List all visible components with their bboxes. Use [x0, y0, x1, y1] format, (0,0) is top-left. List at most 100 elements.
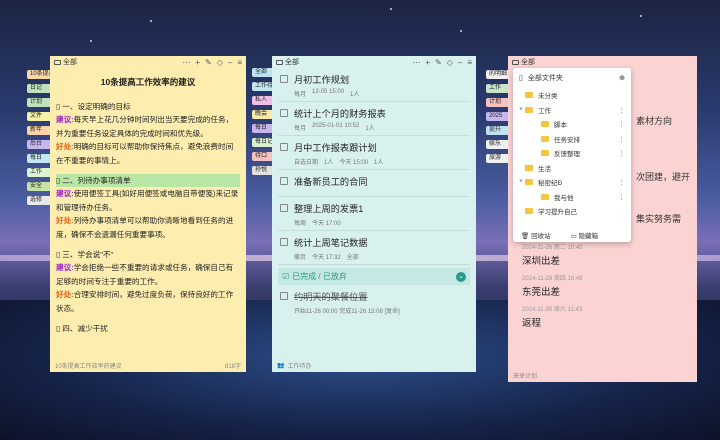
checkbox[interactable]: [280, 204, 288, 212]
folder-label: 任务安排: [554, 136, 580, 144]
note-titlebar[interactable]: 全部 ⋯ + ✎ ◇ – ≡: [272, 56, 476, 68]
menu-icon[interactable]: ≡: [467, 58, 472, 67]
tag-item[interactable]: 10条提高: [27, 70, 51, 79]
tag-item[interactable]: 计划: [27, 98, 51, 107]
tag-item[interactable]: 晚会: [252, 110, 274, 119]
more-options-icon[interactable]: ⋮: [619, 193, 626, 201]
more-options-icon[interactable]: ⋮: [619, 135, 626, 143]
tag-item[interactable]: 工作待: [252, 82, 274, 91]
word-count: 818字: [224, 363, 241, 370]
tag-item[interactable]: 每日记: [252, 138, 274, 147]
menu-icon[interactable]: ≡: [237, 58, 242, 67]
background-tag-list-middle: 全部工作待私人晚会每日每日记待口孙悦: [252, 68, 274, 180]
entry-item[interactable]: 2024-11-26 周二 10:40 深圳出差: [522, 242, 583, 267]
note-footer: 👥 工作待办: [272, 358, 476, 372]
folder-item[interactable]: 反馈整理 ⋮: [513, 146, 631, 161]
checkbox[interactable]: [280, 109, 288, 117]
more-options-icon[interactable]: ⋮: [619, 106, 626, 114]
folder-item[interactable]: 任务安排 ⋮: [513, 132, 631, 147]
task-item[interactable]: 月中工作报表跟计划 自选日期 1人 今天 15:00 1人: [272, 136, 476, 169]
background-tag-list-right: 的明细工作计划 2025 提升娱乐旅游: [486, 70, 510, 168]
note-titlebar[interactable]: 全部: [508, 56, 697, 68]
checkbox[interactable]: [280, 238, 288, 246]
tag-item[interactable]: 的明细: [486, 70, 510, 79]
folder-item[interactable]: 未分类: [513, 88, 631, 103]
chevron-down-icon[interactable]: ˅: [517, 107, 525, 113]
tag-item[interactable]: 工作: [486, 84, 510, 93]
star: [390, 8, 392, 10]
minimize-icon[interactable]: –: [228, 58, 232, 67]
tag-item[interactable]: 待口: [252, 152, 274, 161]
tag-item[interactable]: 后台: [27, 140, 51, 149]
note-window-todo[interactable]: 全部 ⋯ + ✎ ◇ – ≡ 月初工作规划 每月 12-05 15:00 1人 统计上个…: [272, 56, 476, 372]
paragraph: 建议:学会拒绝一些不重要的请求或任务，确保自己有足够的时间专注于重要的工作。: [56, 263, 234, 286]
tag-item[interactable]: 2025: [486, 112, 510, 121]
star: [90, 40, 92, 42]
chevron-down-icon[interactable]: ⌄: [456, 271, 466, 282]
tag-item[interactable]: 新年: [27, 126, 51, 135]
skin-icon[interactable]: ◇: [447, 58, 453, 67]
pin-icon[interactable]: ✎: [205, 58, 212, 67]
pin-icon[interactable]: ✎: [435, 58, 442, 67]
note-text: 次团建，避开: [636, 172, 691, 182]
folder-item[interactable]: 脚本 ⋮: [513, 117, 631, 132]
hidden-box-button[interactable]: ▭ 隐藏箱: [571, 230, 598, 240]
folder-label: 学习提升自己: [538, 209, 577, 217]
tag-item[interactable]: 旅游: [486, 154, 510, 163]
more-options-icon[interactable]: ⋮: [619, 120, 626, 128]
trash-button[interactable]: 🗑 回收站: [521, 230, 551, 240]
tag-item[interactable]: 娱乐: [486, 140, 510, 149]
tag-item[interactable]: 文件: [27, 112, 51, 121]
note-titlebar[interactable]: 全部 ⋯ + ✎ ◇ – ≡: [50, 56, 246, 68]
more-icon[interactable]: ⋯: [412, 58, 420, 67]
star: [460, 30, 462, 32]
more-icon[interactable]: ⋯: [182, 58, 190, 67]
task-item[interactable]: 统计上个月的财务报表 每月 2025-01-01 10:52 1人: [272, 102, 476, 135]
entry-item[interactable]: 2024-11-30 周六 11:43 返程: [522, 304, 583, 329]
folder-item[interactable]: 我与他 ⋮: [513, 190, 631, 205]
tag-item[interactable]: 选修: [27, 196, 51, 205]
star: [150, 20, 152, 22]
tag-item[interactable]: 孙悦: [252, 166, 274, 175]
tag-item[interactable]: 提升: [486, 126, 510, 135]
note-body[interactable]: 10条提高工作效率的建议 ▯ 一、设定明确的目标 建议:每天早上花几分钟时间列出…: [50, 68, 246, 339]
folder-item[interactable]: ˅ 工作 ⋮: [513, 103, 631, 118]
minimize-icon[interactable]: –: [458, 58, 462, 67]
tag-item[interactable]: 日记: [27, 84, 51, 93]
task-item[interactable]: 月初工作规划 每月 12-05 15:00 1人: [272, 68, 476, 101]
completed-section-header[interactable]: ☑ 已完成 / 已放弃 ⌄: [278, 268, 470, 285]
new-folder-icon[interactable]: ⊕: [619, 74, 625, 82]
checkbox[interactable]: [280, 292, 288, 300]
tag-item[interactable]: 计划: [486, 98, 510, 107]
folder-icon: [525, 179, 533, 186]
folder-item[interactable]: 生活: [513, 161, 631, 176]
section-heading: ▯ 三、学会说"不": [56, 249, 114, 259]
checkbox[interactable]: [280, 75, 288, 83]
chevron-down-icon[interactable]: ˅: [517, 179, 525, 185]
paragraph: 好处:合理安排时间，避免过度负荷，保持良好的工作状态。: [56, 290, 234, 313]
tag-item[interactable]: 私人: [252, 96, 274, 105]
note-heading: 10条提高工作效率的建议: [100, 77, 196, 87]
folder-item[interactable]: 学习提升自己: [513, 204, 631, 219]
task-item[interactable]: 整理上周的发票1 每周 今天 17:00: [272, 197, 476, 230]
tag-item[interactable]: 每日: [27, 154, 51, 163]
tag-item[interactable]: 工作: [27, 168, 51, 177]
tag-item[interactable]: 安全: [27, 182, 51, 191]
menu-header[interactable]: ▯ 全部文件夹 ⊕: [513, 68, 631, 88]
completed-task[interactable]: 约明天的聚餐位置 开始11-26 00:00 完成11-26 15:08 [复命…: [272, 285, 476, 318]
checkbox[interactable]: [280, 143, 288, 151]
add-icon[interactable]: +: [195, 58, 200, 67]
checkbox[interactable]: [280, 177, 288, 185]
task-item[interactable]: 准备新员工的合同: [272, 170, 476, 196]
folder-item[interactable]: ˅ 秘密纪Ð ⋮: [513, 175, 631, 190]
tag-item[interactable]: 每日: [252, 124, 274, 133]
add-icon[interactable]: +: [425, 58, 430, 67]
more-options-icon[interactable]: ⋮: [619, 178, 626, 186]
more-options-icon[interactable]: ⋮: [619, 149, 626, 157]
note-window-efficiency-tips[interactable]: 全部 ⋯ + ✎ ◇ – ≡ 10条提高工作效率的建议 ▯ 一、设定明确的目标 …: [50, 56, 246, 372]
paragraph: 建议:每天早上花几分钟时间列出当天要完成的任务，并为重要任务设定具体的完成时间和…: [56, 115, 234, 138]
task-item[interactable]: 统计上周笔记数据 撤页 今天 17:32 全部: [272, 231, 476, 264]
skin-icon[interactable]: ◇: [217, 58, 223, 67]
entry-item[interactable]: 2024-11-28 周四 16:48 东莞出差: [522, 273, 583, 298]
tag-item[interactable]: 全部: [252, 68, 274, 77]
